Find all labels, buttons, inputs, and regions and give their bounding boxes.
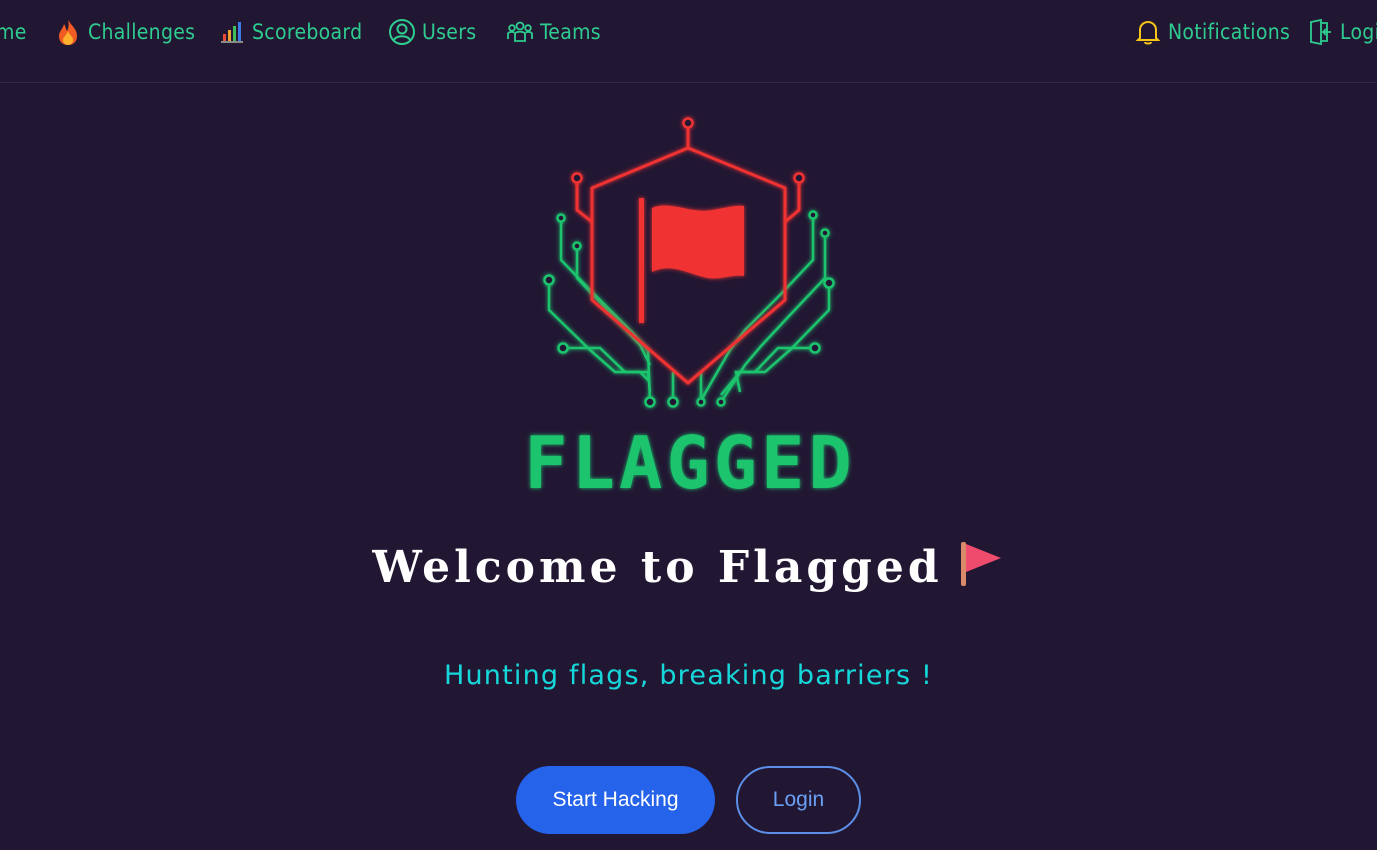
nav-home-label: me bbox=[0, 20, 27, 44]
triangular-flag-emoji bbox=[960, 542, 1001, 586]
login-icon bbox=[1306, 18, 1334, 46]
nav-teams[interactable]: Teams bbox=[506, 14, 601, 50]
top-navbar: me Challenges Scoreboard Users Teams Not… bbox=[0, 0, 1377, 83]
team-icon bbox=[506, 18, 534, 46]
nav-home[interactable]: me bbox=[0, 14, 27, 50]
bell-icon bbox=[1134, 18, 1162, 46]
welcome-heading: Welcome to Flagged bbox=[0, 538, 1377, 593]
nav-login[interactable]: Logi bbox=[1306, 14, 1377, 50]
nav-login-label: Logi bbox=[1340, 20, 1377, 44]
logo-text: FLAGGED bbox=[524, 421, 855, 505]
fire-icon bbox=[54, 18, 82, 46]
login-button[interactable]: Login bbox=[736, 766, 861, 834]
nav-users-label: Users bbox=[422, 20, 477, 44]
nav-notifications[interactable]: Notifications bbox=[1134, 14, 1290, 50]
flagged-logo: FLAGGED bbox=[500, 110, 880, 515]
nav-notifications-label: Notifications bbox=[1168, 20, 1291, 44]
nav-scoreboard-label: Scoreboard bbox=[252, 20, 363, 44]
user-circle-icon bbox=[388, 18, 416, 46]
flag-emblem bbox=[639, 198, 744, 323]
nav-users[interactable]: Users bbox=[388, 14, 476, 50]
nav-teams-label: Teams bbox=[540, 20, 601, 44]
bar-chart-icon bbox=[218, 18, 246, 46]
nav-challenges-label: Challenges bbox=[88, 20, 196, 44]
tagline: Hunting flags, breaking barriers ! bbox=[443, 660, 934, 691]
start-hacking-button[interactable]: Start Hacking bbox=[516, 766, 715, 834]
nav-scoreboard[interactable]: Scoreboard bbox=[218, 14, 362, 50]
nav-challenges[interactable]: Challenges bbox=[54, 14, 195, 50]
welcome-text: Welcome to Flagged bbox=[372, 542, 943, 593]
